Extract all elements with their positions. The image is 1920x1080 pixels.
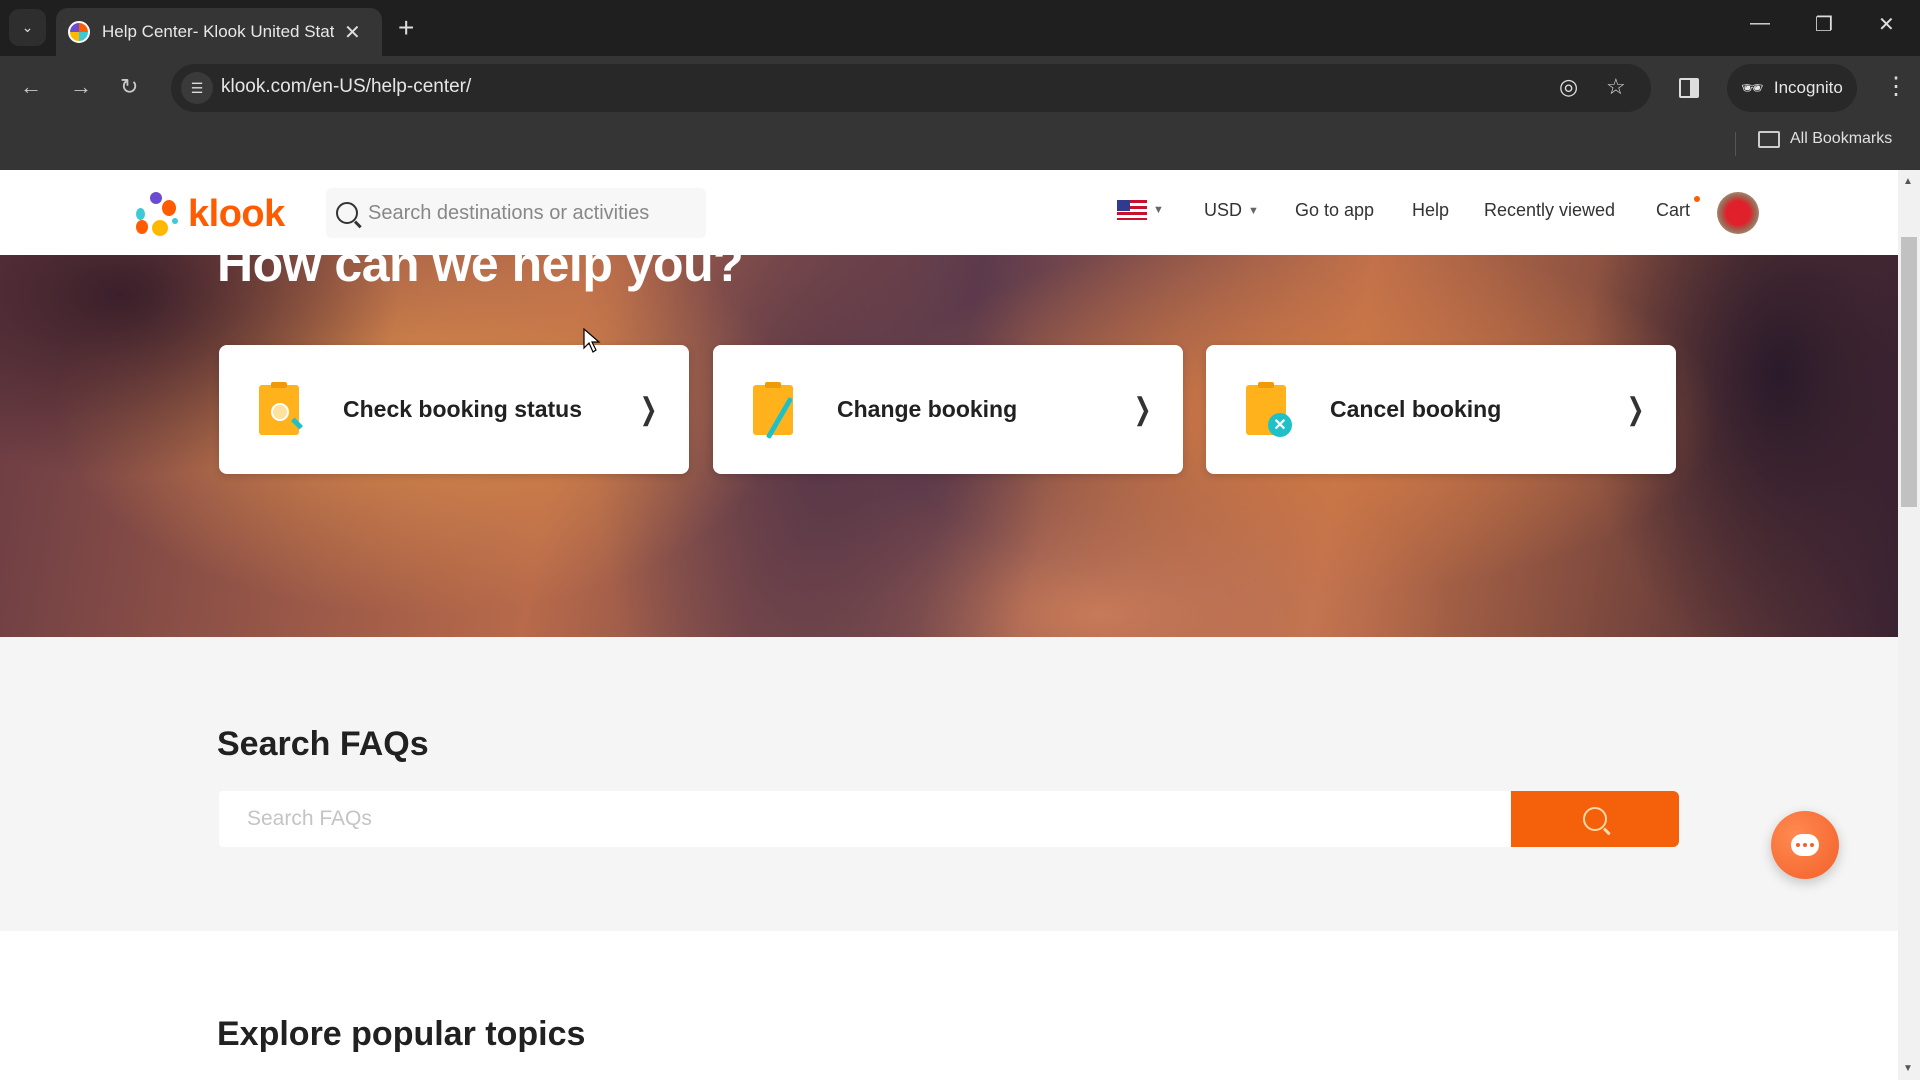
browser-menu-icon[interactable]: ⋮ [1884, 72, 1908, 101]
us-flag-icon [1117, 200, 1147, 220]
tab-title: Help Center- Klook United States [102, 22, 334, 41]
nav-recently-viewed[interactable]: Recently viewed [1484, 200, 1615, 221]
klook-logo[interactable]: klook [132, 190, 285, 238]
bookmark-star-icon[interactable]: ☆ [1606, 74, 1626, 100]
clipboard-edit-icon [751, 381, 805, 439]
tab-search-button[interactable]: ⌄ [9, 9, 46, 46]
caret-down-icon: ▼ [1153, 204, 1164, 216]
all-bookmarks-button[interactable]: All Bookmarks [1758, 130, 1892, 148]
scrollbar-thumb[interactable] [1901, 237, 1917, 507]
search-faqs-section: Search FAQs [0, 637, 1898, 931]
explore-topics-title: Explore popular topics [217, 1015, 586, 1053]
check-booking-status-card[interactable]: Check booking status ❯ [219, 345, 689, 474]
card-label: Change booking [837, 396, 1018, 422]
browser-tab-active[interactable]: Help Center- Klook United States ✕ [56, 8, 382, 56]
url-text[interactable]: klook.com/en-US/help-center/ [221, 76, 471, 98]
chevron-right-icon: ❯ [1133, 393, 1152, 426]
minimize-icon[interactable]: — [1750, 12, 1770, 35]
card-label: Check booking status [343, 396, 582, 422]
destination-search-input[interactable]: Search destinations or activities [326, 188, 706, 238]
nav-help[interactable]: Help [1412, 200, 1449, 221]
hero-banner: How can we help you? Check booking statu… [0, 236, 1898, 637]
chevron-right-icon: ❯ [639, 393, 658, 426]
nav-go-to-app[interactable]: Go to app [1295, 200, 1374, 221]
klook-logo-icon [132, 190, 180, 238]
scroll-down-arrow-icon[interactable]: ▼ [1903, 1063, 1913, 1074]
search-faqs-title: Search FAQs [217, 725, 429, 763]
search-placeholder: Search destinations or activities [368, 201, 650, 224]
clipboard-cancel-icon: ✕ [1244, 381, 1298, 437]
folder-icon [1758, 130, 1780, 148]
bookmarks-divider [1735, 132, 1736, 156]
mouse-cursor-icon [583, 328, 601, 353]
card-label: Cancel booking [1330, 396, 1502, 422]
incognito-icon: 🕶 [1741, 77, 1764, 98]
close-tab-icon[interactable]: ✕ [344, 20, 361, 45]
reload-icon[interactable]: ↻ [120, 74, 138, 100]
bookmarks-bar: All Bookmarks [0, 122, 1920, 170]
back-arrow-icon[interactable]: ← [20, 74, 42, 100]
page-scrollbar[interactable]: ▲ ▼ [1898, 170, 1920, 1080]
search-icon [1583, 807, 1607, 831]
eye-off-icon[interactable]: ◎ [1559, 74, 1578, 100]
site-header: klook Search destinations or activities … [0, 170, 1898, 255]
chat-icon [1791, 834, 1819, 856]
all-bookmarks-label: All Bookmarks [1790, 130, 1893, 147]
user-avatar[interactable] [1717, 192, 1759, 234]
cart-notification-dot [1694, 196, 1700, 202]
klook-favicon-icon [68, 21, 90, 43]
search-icon [336, 202, 358, 224]
forward-arrow-icon[interactable]: → [70, 74, 92, 100]
page-viewport: klook Search destinations or activities … [0, 170, 1898, 1080]
change-booking-card[interactable]: Change booking ❯ [713, 345, 1183, 474]
browser-tab-strip: ⌄ Help Center- Klook United States ✕ + —… [0, 0, 1920, 56]
clipboard-search-icon [257, 381, 311, 437]
incognito-label: Incognito [1773, 78, 1843, 97]
incognito-indicator[interactable]: 🕶 Incognito [1727, 64, 1857, 112]
locale-selector[interactable]: ▼ [1117, 200, 1164, 220]
chat-support-button[interactable] [1771, 811, 1839, 879]
nav-cart[interactable]: Cart [1656, 200, 1690, 221]
scroll-up-arrow-icon[interactable]: ▲ [1903, 176, 1913, 187]
currency-label: USD [1204, 200, 1243, 220]
faq-search-input[interactable] [219, 791, 1511, 847]
restore-icon[interactable]: ❐ [1815, 12, 1833, 37]
currency-selector[interactable]: USD ▼ [1204, 200, 1259, 221]
new-tab-plus-icon[interactable]: + [398, 12, 414, 44]
caret-down-icon: ▼ [1248, 204, 1259, 217]
address-bar[interactable]: ☰ klook.com/en-US/help-center/ ◎ ☆ [171, 64, 1651, 112]
side-panel-icon[interactable] [1679, 78, 1699, 98]
site-settings-icon[interactable]: ☰ [181, 72, 213, 104]
cancel-booking-card[interactable]: ✕ Cancel booking ❯ [1206, 345, 1676, 474]
chevron-down-icon: ⌄ [21, 19, 34, 35]
logo-text: klook [188, 192, 285, 235]
faq-search-button[interactable] [1511, 791, 1679, 847]
close-window-icon[interactable]: ✕ [1878, 12, 1895, 37]
browser-toolbar: ← → ↻ ☰ klook.com/en-US/help-center/ ◎ ☆… [0, 56, 1920, 122]
chevron-right-icon: ❯ [1626, 393, 1645, 426]
